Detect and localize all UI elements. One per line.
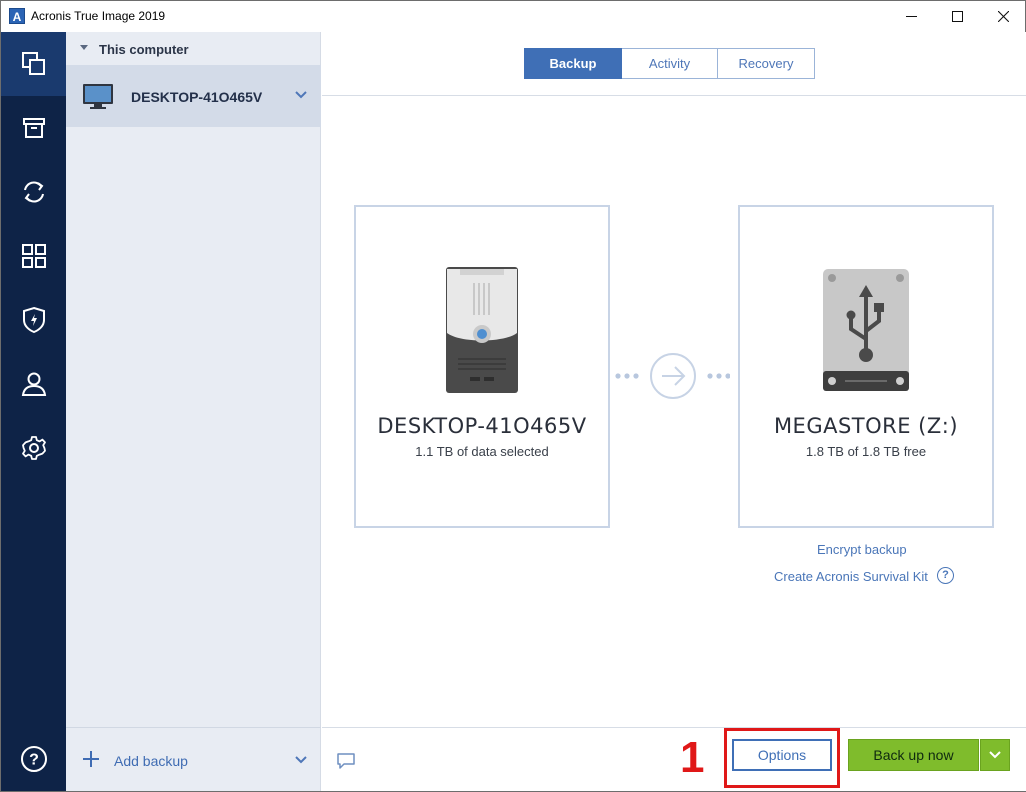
annotation-step-number: 1: [680, 733, 705, 782]
add-backup-chevron-down-icon[interactable]: [295, 756, 307, 764]
sidebar-item-computer[interactable]: DESKTOP-41O465V: [66, 65, 321, 127]
app-window: A Acronis True Image 2019 ? This compute…: [0, 0, 1026, 792]
account-icon: [21, 372, 46, 396]
close-icon: [997, 11, 1009, 22]
plus-icon[interactable]: [82, 750, 100, 768]
close-button[interactable]: [980, 1, 1026, 32]
tab-recovery[interactable]: Recovery: [718, 48, 815, 79]
rail-archive[interactable]: [1, 96, 66, 160]
rail-backup[interactable]: [1, 32, 66, 96]
collapse-triangle-icon: [80, 45, 88, 50]
minimize-icon: [905, 16, 917, 17]
maximize-icon: [951, 11, 963, 22]
help-glyph: ?: [29, 752, 39, 769]
window-title: Acronis True Image 2019: [31, 9, 166, 23]
destination-detail: 1.8 TB of 1.8 TB free: [805, 444, 927, 459]
rail-account[interactable]: [1, 352, 66, 416]
rail-sync[interactable]: [1, 160, 66, 224]
nav-rail: ?: [1, 32, 66, 791]
options-button[interactable]: Options: [732, 739, 832, 771]
add-backup-button[interactable]: Add backup: [114, 753, 188, 769]
settings-gear-icon: [21, 436, 46, 460]
destination-name: MEGASTORE (Z:): [773, 414, 959, 438]
sidebar-group-label: This computer: [99, 42, 189, 57]
usb-drive-icon: [823, 269, 909, 391]
encrypt-backup-link[interactable]: Encrypt backup: [817, 542, 907, 557]
title-bar: A Acronis True Image 2019: [1, 1, 1025, 32]
sidebar-group-header[interactable]: This computer: [66, 32, 321, 66]
backup-source-card[interactable]: DESKTOP-41O465V 1.1 TB of data selected: [354, 205, 610, 528]
tab-backup[interactable]: Backup: [524, 48, 622, 79]
back-up-now-dropdown[interactable]: [980, 739, 1010, 771]
rail-tools[interactable]: [1, 224, 66, 288]
maximize-button[interactable]: [934, 1, 980, 32]
backup-list-sidebar: This computer DESKTOP-41O465V Add backup: [66, 32, 321, 791]
computer-tower-icon: [446, 267, 518, 393]
app-logo-icon: A: [9, 8, 25, 24]
action-bar: 1 Options Back up now: [322, 727, 1026, 791]
tab-activity[interactable]: Activity: [622, 48, 718, 79]
tabs-bar: Backup Activity Recovery: [322, 32, 1026, 96]
chevron-down-icon: [989, 751, 1001, 759]
backup-destination-card[interactable]: MEGASTORE (Z:) 1.8 TB of 1.8 TB free: [738, 205, 994, 528]
arrow-connector-icon: [615, 353, 730, 399]
main-panel: Backup Activity Recovery DESKTOP-41O465V…: [322, 32, 1026, 791]
chevron-down-icon[interactable]: [295, 91, 307, 99]
tools-grid-icon: [21, 244, 46, 268]
sidebar-computer-name: DESKTOP-41O465V: [131, 89, 263, 105]
sync-icon: [23, 181, 44, 203]
tab-strip: Backup Activity Recovery: [524, 48, 815, 79]
source-detail: 1.1 TB of data selected: [415, 444, 549, 459]
rail-protection[interactable]: [1, 288, 66, 352]
backup-copies-icon: [21, 52, 45, 75]
create-survival-kit-link[interactable]: Create Acronis Survival Kit: [774, 569, 928, 584]
source-name: DESKTOP-41O465V: [377, 414, 587, 438]
minimize-button[interactable]: [888, 1, 934, 32]
monitor-icon: [83, 84, 113, 109]
rail-help[interactable]: ?: [1, 727, 66, 791]
back-up-now-button[interactable]: Back up now: [848, 739, 979, 771]
sidebar-footer: Add backup: [66, 727, 321, 791]
archive-icon: [22, 118, 45, 138]
shield-icon: [22, 306, 45, 334]
survival-kit-help-icon[interactable]: ?: [937, 567, 954, 584]
rail-settings[interactable]: [1, 416, 66, 480]
feedback-chat-icon[interactable]: [336, 752, 356, 770]
help-icon: ?: [20, 746, 47, 772]
